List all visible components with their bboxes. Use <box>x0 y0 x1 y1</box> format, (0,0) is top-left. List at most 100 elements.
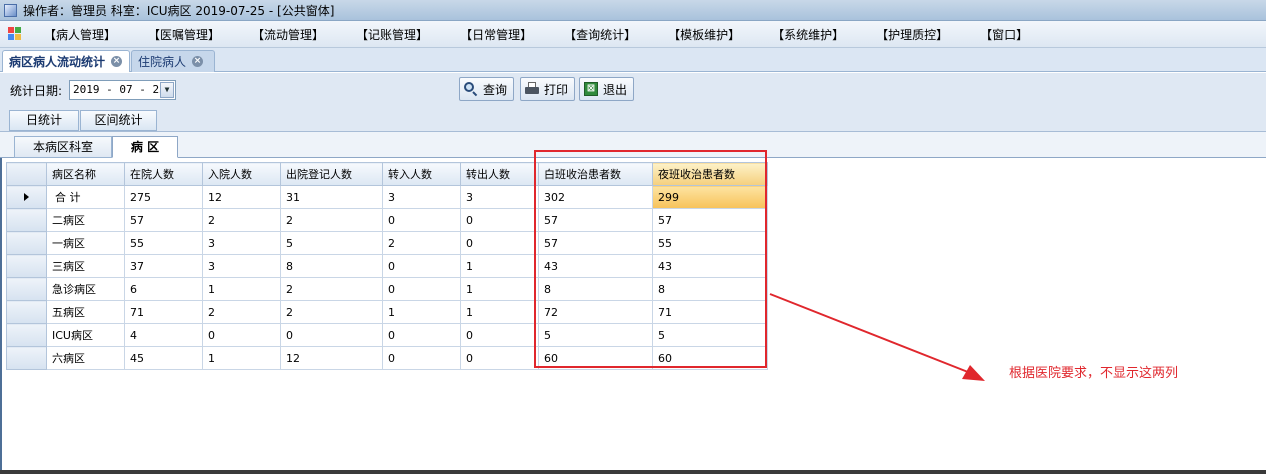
table-row[interactable]: 合 计 275 12 31 3 3 302 299 <box>6 185 768 209</box>
cell[interactable]: 57 <box>538 231 653 255</box>
tab-daily-stats[interactable]: 日统计 <box>9 110 79 131</box>
cell[interactable]: 72 <box>538 300 653 324</box>
cell[interactable]: 0 <box>460 208 539 232</box>
tab-ward[interactable]: 病 区 <box>112 136 178 158</box>
col-header[interactable]: 转出人数 <box>460 162 539 186</box>
selected-cell[interactable]: 299 <box>652 185 768 209</box>
cell[interactable]: 0 <box>202 323 281 347</box>
cell[interactable]: 1 <box>460 254 539 278</box>
cell[interactable]: 1 <box>460 277 539 301</box>
stat-date-picker[interactable]: 2019 - 07 - 25 ▼ <box>69 80 176 100</box>
col-header[interactable]: 入院人数 <box>202 162 281 186</box>
tab-ward-patient-flow-stats[interactable]: 病区病人流动统计 × <box>2 50 130 72</box>
menu-window[interactable]: 【窗口】 <box>980 24 1028 45</box>
table-row[interactable]: 六病区 45 1 12 0 0 60 60 <box>6 346 768 370</box>
cell[interactable]: 1 <box>202 346 281 370</box>
cell[interactable]: 8 <box>280 254 383 278</box>
cell[interactable]: 3 <box>202 254 281 278</box>
menu-query-statistics[interactable]: 【查询统计】 <box>564 24 636 45</box>
col-header[interactable]: 白班收治患者数 <box>538 162 653 186</box>
table-row[interactable]: 三病区 37 3 8 0 1 43 43 <box>6 254 768 278</box>
cell[interactable]: 55 <box>124 231 203 255</box>
menu-patient-management[interactable]: 【病人管理】 <box>44 24 116 45</box>
cell[interactable]: 1 <box>382 300 461 324</box>
cell[interactable]: 三病区 <box>46 254 125 278</box>
cell[interactable]: 8 <box>652 277 768 301</box>
tab-range-stats[interactable]: 区间统计 <box>80 110 157 131</box>
cell[interactable]: 60 <box>538 346 653 370</box>
cell[interactable]: 2 <box>280 277 383 301</box>
menu-daily-management[interactable]: 【日常管理】 <box>460 24 532 45</box>
col-header[interactable]: 病区名称 <box>46 162 125 186</box>
row-indicator[interactable] <box>6 346 47 370</box>
col-header[interactable]: 夜班收治患者数 <box>652 162 768 186</box>
menu-system-maintenance[interactable]: 【系统维护】 <box>772 24 844 45</box>
dropdown-arrow-icon[interactable]: ▼ <box>160 82 174 98</box>
col-header[interactable]: 出院登记人数 <box>280 162 383 186</box>
cell[interactable]: 71 <box>652 300 768 324</box>
cell[interactable]: 2 <box>280 208 383 232</box>
table-row[interactable]: 二病区 57 2 2 0 0 57 57 <box>6 208 768 232</box>
close-icon[interactable]: × <box>111 56 123 67</box>
grid-corner[interactable] <box>6 162 47 186</box>
cell[interactable]: 4 <box>124 323 203 347</box>
cell[interactable]: 57 <box>538 208 653 232</box>
menu-template-maintenance[interactable]: 【模板维护】 <box>668 24 740 45</box>
cell[interactable]: 302 <box>538 185 653 209</box>
cell[interactable]: 2 <box>202 208 281 232</box>
cell[interactable]: 3 <box>460 185 539 209</box>
app-logo-icon[interactable] <box>8 27 22 41</box>
cell[interactable]: 37 <box>124 254 203 278</box>
cell[interactable]: 0 <box>460 323 539 347</box>
cell[interactable]: 五病区 <box>46 300 125 324</box>
menu-flow-management[interactable]: 【流动管理】 <box>252 24 324 45</box>
cell[interactable]: 二病区 <box>46 208 125 232</box>
tab-inpatients[interactable]: 住院病人 × <box>131 50 215 72</box>
print-button[interactable]: 打印 <box>520 77 575 101</box>
query-button[interactable]: 查询 <box>459 77 514 101</box>
cell[interactable]: 0 <box>382 277 461 301</box>
cell[interactable]: 2 <box>202 300 281 324</box>
cell[interactable]: 1 <box>202 277 281 301</box>
cell[interactable]: 43 <box>652 254 768 278</box>
table-row[interactable]: 一病区 55 3 5 2 0 57 55 <box>6 231 768 255</box>
cell[interactable]: 8 <box>538 277 653 301</box>
cell[interactable]: 合 计 <box>46 185 125 209</box>
menu-nursing-quality[interactable]: 【护理质控】 <box>876 24 948 45</box>
col-header[interactable]: 在院人数 <box>124 162 203 186</box>
cell[interactable]: 43 <box>538 254 653 278</box>
cell[interactable]: 12 <box>202 185 281 209</box>
menu-billing-management[interactable]: 【记账管理】 <box>356 24 428 45</box>
cell[interactable]: 12 <box>280 346 383 370</box>
cell[interactable]: 0 <box>382 323 461 347</box>
cell[interactable]: 1 <box>460 300 539 324</box>
cell[interactable]: 3 <box>382 185 461 209</box>
row-indicator[interactable] <box>6 300 47 324</box>
cell[interactable]: 57 <box>652 208 768 232</box>
cell[interactable]: 六病区 <box>46 346 125 370</box>
cell[interactable]: 一病区 <box>46 231 125 255</box>
cell[interactable]: 急诊病区 <box>46 277 125 301</box>
cell[interactable]: 45 <box>124 346 203 370</box>
cell[interactable]: 0 <box>382 254 461 278</box>
cell[interactable]: 31 <box>280 185 383 209</box>
cell[interactable]: 3 <box>202 231 281 255</box>
menu-order-management[interactable]: 【医嘱管理】 <box>148 24 220 45</box>
cell[interactable]: 0 <box>382 346 461 370</box>
row-indicator[interactable] <box>6 323 47 347</box>
table-row[interactable]: 五病区 71 2 2 1 1 72 71 <box>6 300 768 324</box>
row-indicator[interactable] <box>6 277 47 301</box>
exit-button[interactable]: ⊠ 退出 <box>579 77 634 101</box>
cell[interactable]: 71 <box>124 300 203 324</box>
cell[interactable]: 55 <box>652 231 768 255</box>
cell[interactable]: 0 <box>460 231 539 255</box>
cell[interactable]: 5 <box>538 323 653 347</box>
cell[interactable]: 6 <box>124 277 203 301</box>
cell[interactable]: 5 <box>652 323 768 347</box>
table-row[interactable]: 急诊病区 6 1 2 0 1 8 8 <box>6 277 768 301</box>
close-icon[interactable]: × <box>192 56 204 67</box>
cell[interactable]: 2 <box>280 300 383 324</box>
table-row[interactable]: ICU病区 4 0 0 0 0 5 5 <box>6 323 768 347</box>
cell[interactable]: 275 <box>124 185 203 209</box>
cell[interactable]: ICU病区 <box>46 323 125 347</box>
